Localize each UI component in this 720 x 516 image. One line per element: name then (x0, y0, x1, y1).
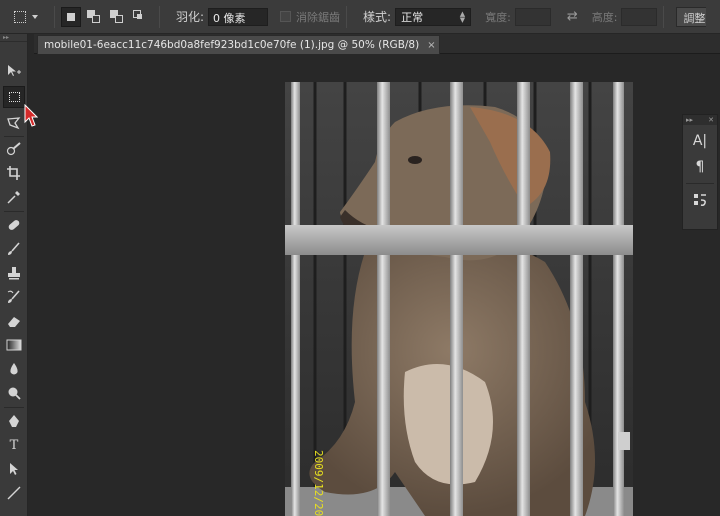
rectangular-marquee-tool[interactable] (3, 86, 25, 108)
history-brush-icon (7, 290, 20, 303)
canvas-area[interactable]: 2009/12/20 (34, 55, 720, 516)
move-tool[interactable] (3, 60, 25, 82)
photo-timestamp: 2009/12/20 (312, 450, 325, 516)
gradient-icon (6, 339, 22, 351)
stamp-icon (8, 267, 20, 280)
document-image[interactable]: 2009/12/20 (285, 82, 633, 516)
dodge-tool[interactable] (3, 382, 25, 404)
character-icon: A| (692, 133, 708, 149)
character-panel-button[interactable]: A| (686, 128, 714, 154)
width-label: 寬度: (485, 10, 511, 24)
style-value: 正常 (401, 10, 424, 24)
width-field[interactable] (514, 7, 551, 26)
collapsed-panel-dock: ▸▸ ✕ A| ¶ (682, 114, 718, 230)
line-icon (7, 486, 21, 500)
blur-tool[interactable] (3, 358, 25, 380)
glyphs-icon (694, 194, 706, 206)
new-selection-button[interactable] (61, 6, 81, 27)
antialias-checkbox[interactable] (280, 11, 292, 22)
clone-stamp-tool[interactable] (3, 262, 25, 284)
height-label: 高度: (591, 10, 618, 24)
options-bar: 羽化: 0 像素 消除鋸齒 樣式: 正常 ▲ ▼ 寬度: ⇄ 高度: 調整 (0, 0, 720, 34)
document-tab-strip: mobile01-6eacc11c746bd0a8fef923bd1c0e70f… (34, 34, 720, 54)
spot-healing-tool[interactable] (3, 214, 25, 236)
history-brush-tool[interactable] (3, 286, 25, 308)
mouse-cursor-icon (24, 104, 38, 127)
document-tab-title: mobile01-6eacc11c746bd0a8fef923bd1c0e70f… (44, 39, 420, 51)
dodge-icon (8, 387, 21, 400)
quick-select-icon (6, 142, 21, 156)
line-tool[interactable] (3, 482, 25, 504)
feather-label: 羽化: (176, 10, 205, 24)
feather-input[interactable]: 0 像素 (208, 7, 269, 26)
expand-icon[interactable]: ▸▸ (686, 115, 693, 125)
style-select[interactable]: 正常 ▲ ▼ (395, 7, 472, 26)
swap-icon[interactable]: ⇄ (567, 9, 578, 24)
crop-icon (7, 166, 20, 180)
antialias-label: 消除鋸齒 (296, 10, 341, 24)
close-icon[interactable]: × (427, 40, 435, 51)
marquee-icon (8, 92, 20, 102)
brush-icon (8, 242, 20, 255)
bandage-icon (8, 220, 20, 230)
separator (663, 5, 665, 28)
chevron-down-icon (32, 14, 38, 19)
pen-tool[interactable] (3, 410, 25, 432)
subtract-from-selection-button[interactable] (107, 7, 127, 27)
arrow-icon (10, 463, 18, 475)
marquee-icon (14, 10, 26, 23)
gradient-tool[interactable] (3, 334, 25, 356)
eraser-tool[interactable] (3, 310, 25, 332)
select-arrows-icon: ▲ ▼ (459, 9, 466, 24)
pen-icon (9, 415, 19, 427)
eyedropper-tool[interactable] (3, 186, 25, 208)
blur-icon (10, 363, 18, 375)
crop-tool[interactable] (3, 162, 25, 184)
separator (346, 5, 348, 28)
path-selection-tool[interactable] (3, 458, 25, 480)
panel-header[interactable]: ▸▸ ✕ (683, 115, 717, 125)
refine-edge-button[interactable]: 調整 (676, 6, 707, 27)
glyphs-panel-button[interactable] (686, 187, 714, 213)
paragraph-panel-button[interactable]: ¶ (686, 154, 714, 180)
paragraph-icon: ¶ (695, 159, 705, 175)
height-field[interactable] (621, 7, 658, 26)
separator (54, 5, 55, 28)
tool-preset-picker[interactable] (14, 6, 48, 28)
eraser-icon (8, 317, 20, 327)
lasso-icon (7, 117, 21, 130)
brush-tool[interactable] (3, 238, 25, 260)
dog-photo: 2009/12/20 (285, 82, 633, 516)
close-icon[interactable]: ✕ (708, 115, 714, 125)
type-icon: T (9, 437, 19, 453)
style-label: 樣式: (363, 10, 392, 24)
intersect-selection-button[interactable] (130, 7, 150, 27)
add-to-selection-button[interactable] (84, 7, 104, 27)
document-tab[interactable]: mobile01-6eacc11c746bd0a8fef923bd1c0e70f… (37, 35, 440, 54)
separator (159, 5, 160, 28)
panel-grip-icon[interactable]: ▸▸ (0, 34, 27, 42)
polygonal-lasso-tool[interactable] (3, 112, 25, 134)
type-tool[interactable]: T (3, 434, 25, 456)
quick-selection-tool[interactable] (3, 138, 25, 160)
move-icon (8, 65, 21, 76)
new-selection-icon (67, 12, 75, 21)
eyedropper-icon (7, 191, 20, 204)
